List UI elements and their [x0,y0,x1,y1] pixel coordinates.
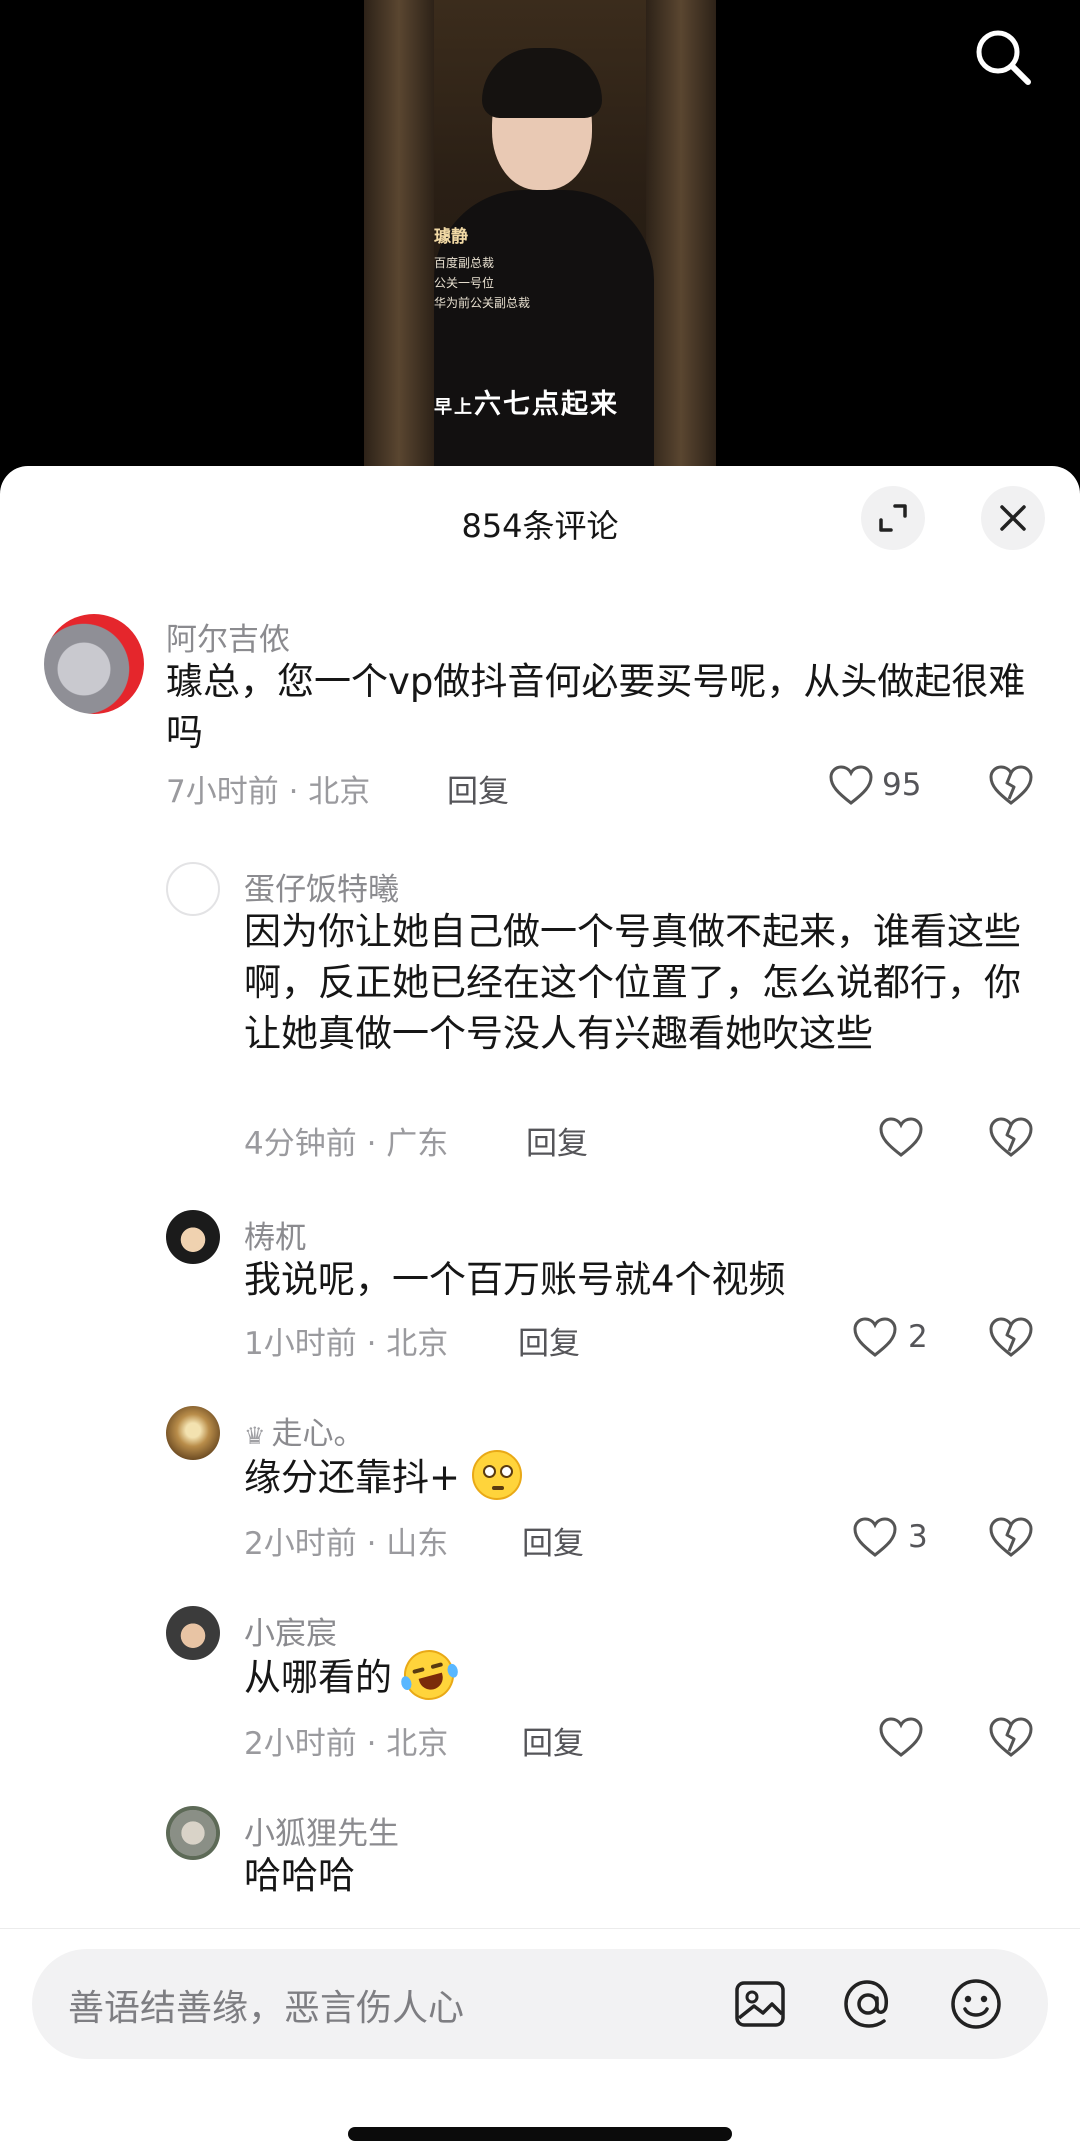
broken-heart-icon [989,1317,1033,1357]
heart-icon [853,1517,897,1557]
comment-text-body: 从哪看的 [244,1656,392,1699]
like-button[interactable] [878,1116,924,1158]
video-background-right [646,0,716,470]
expand-icon [879,504,907,532]
like-button[interactable] [878,1716,924,1758]
dislike-button[interactable] [988,764,1034,810]
broken-heart-icon [989,1717,1033,1757]
reply-button[interactable]: 回复 [518,1318,580,1363]
video-background [364,0,434,470]
like-count: 2 [908,1319,928,1355]
comment-text: 缘分还靠抖+ [244,1450,1034,1503]
username-text: 走心。 [271,1416,365,1452]
avatar[interactable] [166,1210,220,1264]
broken-heart-icon [989,765,1033,805]
avatar[interactable] [166,1606,220,1660]
flushed-emoji-icon [471,1450,522,1500]
person-hair [482,48,602,118]
dislike-button[interactable] [988,1316,1034,1362]
comment-sheet: 854条评论 阿尔吉侬 璩总，您一个vp做抖音何必要买号呢，从头做起很难吗 7小… [0,466,1080,2155]
comment-text-body: 缘分还靠抖+ [244,1456,461,1499]
comment-meta: 7小时前 · 北京 [166,774,371,810]
video-caption: 璩静 百度副总裁 公关一号位 华为前公关副总裁 [434,222,530,313]
username[interactable]: 阿尔吉侬 [166,614,290,659]
reply-button[interactable]: 回复 [526,1118,588,1163]
subtitle-small: 早上 [434,397,474,418]
username[interactable]: 小宸宸 [244,1608,337,1653]
like-button[interactable]: 95 [828,764,921,806]
comment-meta: 4分钟前 · 广东 [244,1126,449,1162]
comment-text: 璩总，您一个vp做抖音何必要买号呢，从头做起很难吗 [166,660,1026,754]
username[interactable]: ♛ 走心。 [244,1408,365,1453]
heart-icon [879,1717,923,1757]
image-icon [735,1981,785,2027]
dislike-button[interactable] [988,1116,1034,1162]
video-subtitle: 早上六七点起来 [434,382,619,421]
subtitle-big: 六七点起来 [474,389,619,420]
close-button[interactable] [981,486,1045,550]
caption-line-3: 华为前公关副总裁 [434,296,531,310]
username[interactable]: 蛋仔饭特曦 [244,864,399,909]
heart-icon [853,1317,897,1357]
dislike-button[interactable] [988,1716,1034,1762]
comment-meta: 2小时前 · 北京 [244,1726,449,1762]
heart-icon [829,765,873,805]
comment-input-bar: 善语结善缘，恶言伤人心 [0,1928,1080,2155]
image-button[interactable] [732,1976,788,2032]
reply-button[interactable]: 回复 [447,766,509,811]
reply-button[interactable]: 回复 [522,1518,584,1563]
comment-meta: 1小时前 · 北京 [244,1326,449,1362]
reply-button[interactable]: 回复 [522,1718,584,1763]
expand-button[interactable] [861,486,925,550]
search-icon [976,30,1031,85]
comment-meta: 2小时前 · 山东 [244,1526,449,1562]
video-player[interactable]: 璩静 百度副总裁 公关一号位 华为前公关副总裁 早上六七点起来 [364,0,716,470]
crown-icon: ♛ [244,1422,266,1450]
comment-input[interactable]: 善语结善缘，恶言伤人心 [32,1949,1048,2059]
dislike-button[interactable] [988,1516,1034,1562]
comment-text: 从哪看的 [244,1644,1034,1706]
avatar[interactable] [44,614,144,714]
laughing-tears-emoji-icon [398,1644,460,1706]
username[interactable]: 梼杌 [244,1212,306,1257]
like-count: 95 [882,767,922,803]
avatar[interactable] [166,1806,220,1860]
username[interactable]: 小狐狸先生 [244,1808,399,1853]
mention-button[interactable] [840,1976,896,2032]
comment-text: 因为你让她自己做一个号真做不起来，谁看这些啊，反正她已经在这个位置了，怎么说都行… [244,910,1021,1055]
smiley-icon [951,1979,1001,2029]
at-icon [844,1980,888,2028]
like-count: 3 [908,1519,928,1555]
avatar[interactable] [166,862,220,916]
avatar[interactable] [166,1406,220,1460]
app-screen: 璩静 百度副总裁 公关一号位 华为前公关副总裁 早上六七点起来 854条评论 阿… [0,0,1080,2155]
caption-line-1: 百度副总裁 [434,256,495,270]
like-button[interactable]: 3 [852,1516,928,1558]
broken-heart-icon [989,1117,1033,1157]
caption-name: 璩静 [434,227,468,247]
close-icon [1000,505,1026,531]
like-button[interactable]: 2 [852,1316,928,1358]
comment-text: 我说呢，一个百万账号就4个视频 [244,1258,786,1301]
emoji-button[interactable] [948,1976,1004,2032]
caption-line-2: 公关一号位 [434,276,495,290]
comment-input-placeholder: 善语结善缘，恶言伤人心 [68,1988,465,2029]
heart-icon [879,1117,923,1157]
search-button[interactable] [972,26,1034,88]
broken-heart-icon [989,1517,1033,1557]
home-indicator[interactable] [348,2127,732,2141]
comment-text: 哈哈哈 [244,1854,355,1897]
